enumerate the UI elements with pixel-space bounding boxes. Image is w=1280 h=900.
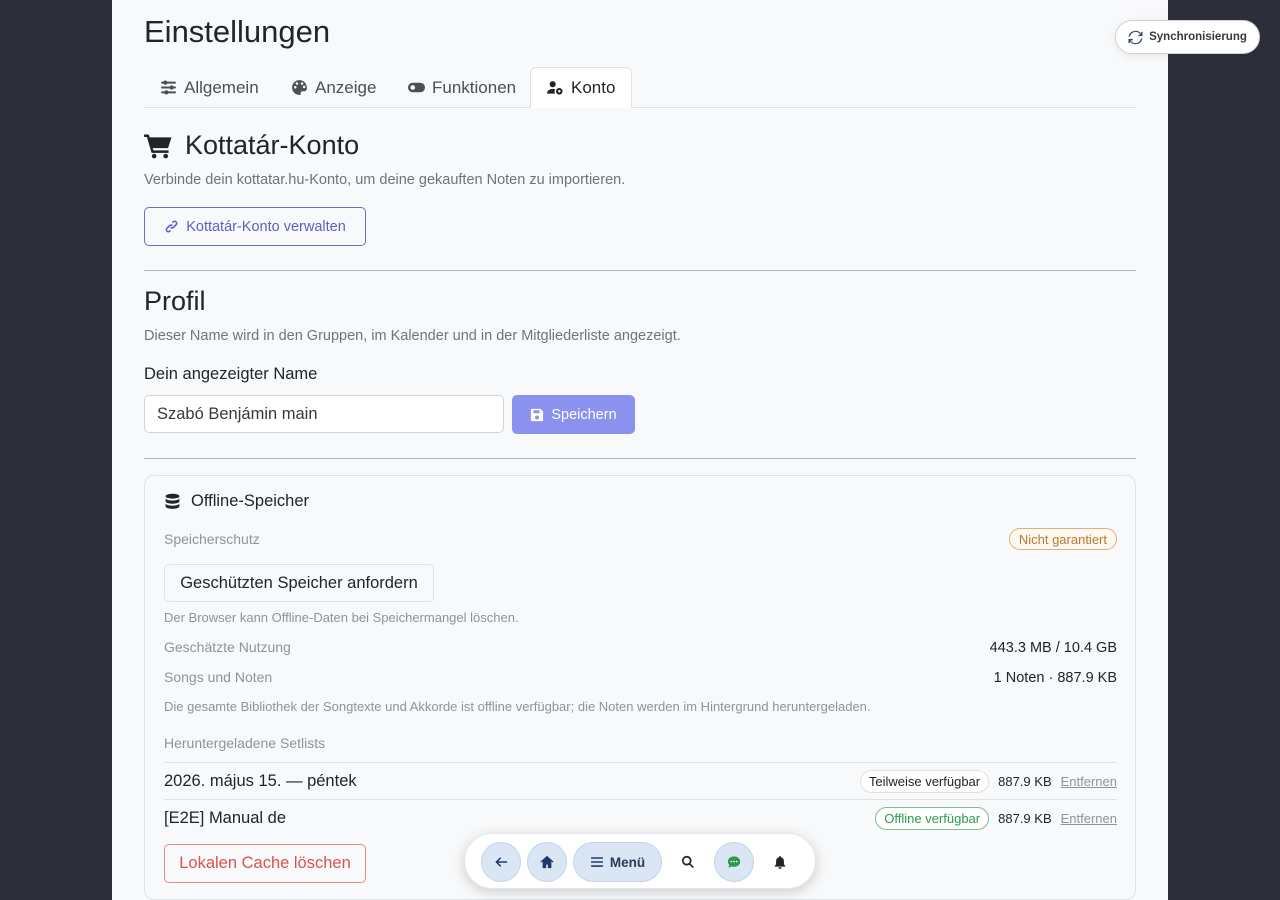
chat-button[interactable] <box>714 842 754 882</box>
not-guaranteed-badge: Nicht garantiert <box>1008 528 1117 550</box>
setlists-label: Heruntergeladene Setlists <box>164 735 326 751</box>
user-gear-icon <box>547 81 563 95</box>
chat-icon <box>727 856 741 868</box>
usage-value: 443.3 MB / 10.4 GB <box>989 640 1117 656</box>
kottatar-description: Verbinde dein kottatar.hu-Konto, um dein… <box>144 172 626 188</box>
shopping-cart-icon <box>144 133 172 158</box>
page-title: Einstellungen <box>144 14 331 49</box>
tab-label: Funktionen <box>432 77 517 97</box>
setlist-name: 2026. május 15. — péntek <box>164 772 357 790</box>
kottatar-heading: Kottatár-Konto <box>144 130 359 161</box>
back-button[interactable] <box>481 842 521 882</box>
browser-note: Der Browser kann Offline-Daten bei Speic… <box>164 610 519 625</box>
manage-kottatar-button[interactable]: Kottatár-Konto verwalten <box>144 207 366 246</box>
notifications-button[interactable] <box>760 842 800 882</box>
save-label: Speichern <box>551 406 617 423</box>
display-name-label: Dein angezeigter Name <box>144 365 318 383</box>
display-name-input[interactable] <box>144 395 504 433</box>
arrow-left-icon <box>495 857 508 867</box>
settings-tabs: Allgemein Anzeige Funktionen Konto <box>144 67 1136 108</box>
settings-page: Einstellungen Allgemein Anzeige Funktion… <box>112 0 1168 900</box>
tab-funktionen[interactable]: Funktionen <box>392 67 532 108</box>
manage-kottatar-label: Kottatár-Konto verwalten <box>186 218 346 235</box>
clear-cache-button[interactable]: Lokalen Cache löschen <box>164 844 366 883</box>
tab-label: Anzeige <box>315 77 377 97</box>
bell-icon <box>774 855 786 869</box>
offline-storage-heading: Offline-Speicher <box>164 492 309 511</box>
usage-label: Geschätzte Nutzung <box>164 639 291 655</box>
library-note: Die gesamte Bibliothek der Songtexte und… <box>164 699 871 714</box>
setlist-size: 887.9 KB <box>998 774 1052 789</box>
songs-label: Songs und Noten <box>164 669 273 685</box>
partially-available-badge: Teilweise verfügbar <box>859 770 990 793</box>
tab-anzeige[interactable]: Anzeige <box>275 67 392 108</box>
remove-setlist-link[interactable]: Entfernen <box>1061 774 1117 789</box>
toggle-icon <box>408 82 425 93</box>
home-icon <box>540 855 554 869</box>
remove-setlist-link[interactable]: Entfernen <box>1061 811 1117 826</box>
setlist-row: [E2E] Manual de Offline verfügbar 887.9 … <box>164 799 1117 837</box>
songs-value: 1 Noten · 887.9 KB <box>993 670 1117 686</box>
floppy-disk-icon <box>531 408 544 421</box>
sync-icon <box>1128 30 1143 44</box>
tab-allgemein[interactable]: Allgemein <box>144 67 275 108</box>
profile-heading: Profil <box>144 286 206 317</box>
palette-icon <box>292 80 307 95</box>
setlist-name: [E2E] Manual de <box>164 809 286 827</box>
sliders-icon <box>161 80 176 95</box>
save-button[interactable]: Speichern <box>512 395 635 434</box>
offline-storage-title: Offline-Speicher <box>191 492 310 510</box>
link-icon <box>165 220 178 233</box>
request-persistent-storage-button[interactable]: Geschützten Speicher anfordern <box>164 564 434 602</box>
setlist-row: 2026. május 15. — péntek Teilweise verfü… <box>164 762 1117 800</box>
kottatar-title: Kottatár-Konto <box>185 130 360 160</box>
sync-label: Synchronisierung <box>1149 31 1247 43</box>
profile-description: Dieser Name wird in den Gruppen, im Kale… <box>144 328 681 344</box>
home-button[interactable] <box>527 842 567 882</box>
search-button[interactable] <box>668 842 708 882</box>
database-icon <box>165 493 180 509</box>
offline-available-badge: Offline verfügbar <box>875 807 990 830</box>
tab-konto[interactable]: Konto <box>530 67 633 108</box>
menu-icon <box>590 857 603 867</box>
divider <box>144 458 1136 459</box>
sync-button[interactable]: Synchronisierung <box>1115 20 1260 54</box>
menu-button[interactable]: Menü <box>573 842 662 882</box>
storage-protection-label: Speicherschutz <box>164 531 260 547</box>
tab-label: Konto <box>571 77 616 97</box>
search-icon <box>681 855 694 869</box>
bottom-dock: Menü <box>464 833 816 889</box>
profile-title: Profil <box>144 286 206 316</box>
tab-label: Allgemein <box>184 77 259 97</box>
setlist-size: 887.9 KB <box>998 811 1052 826</box>
divider <box>144 270 1136 271</box>
menu-label: Menü <box>609 854 646 870</box>
